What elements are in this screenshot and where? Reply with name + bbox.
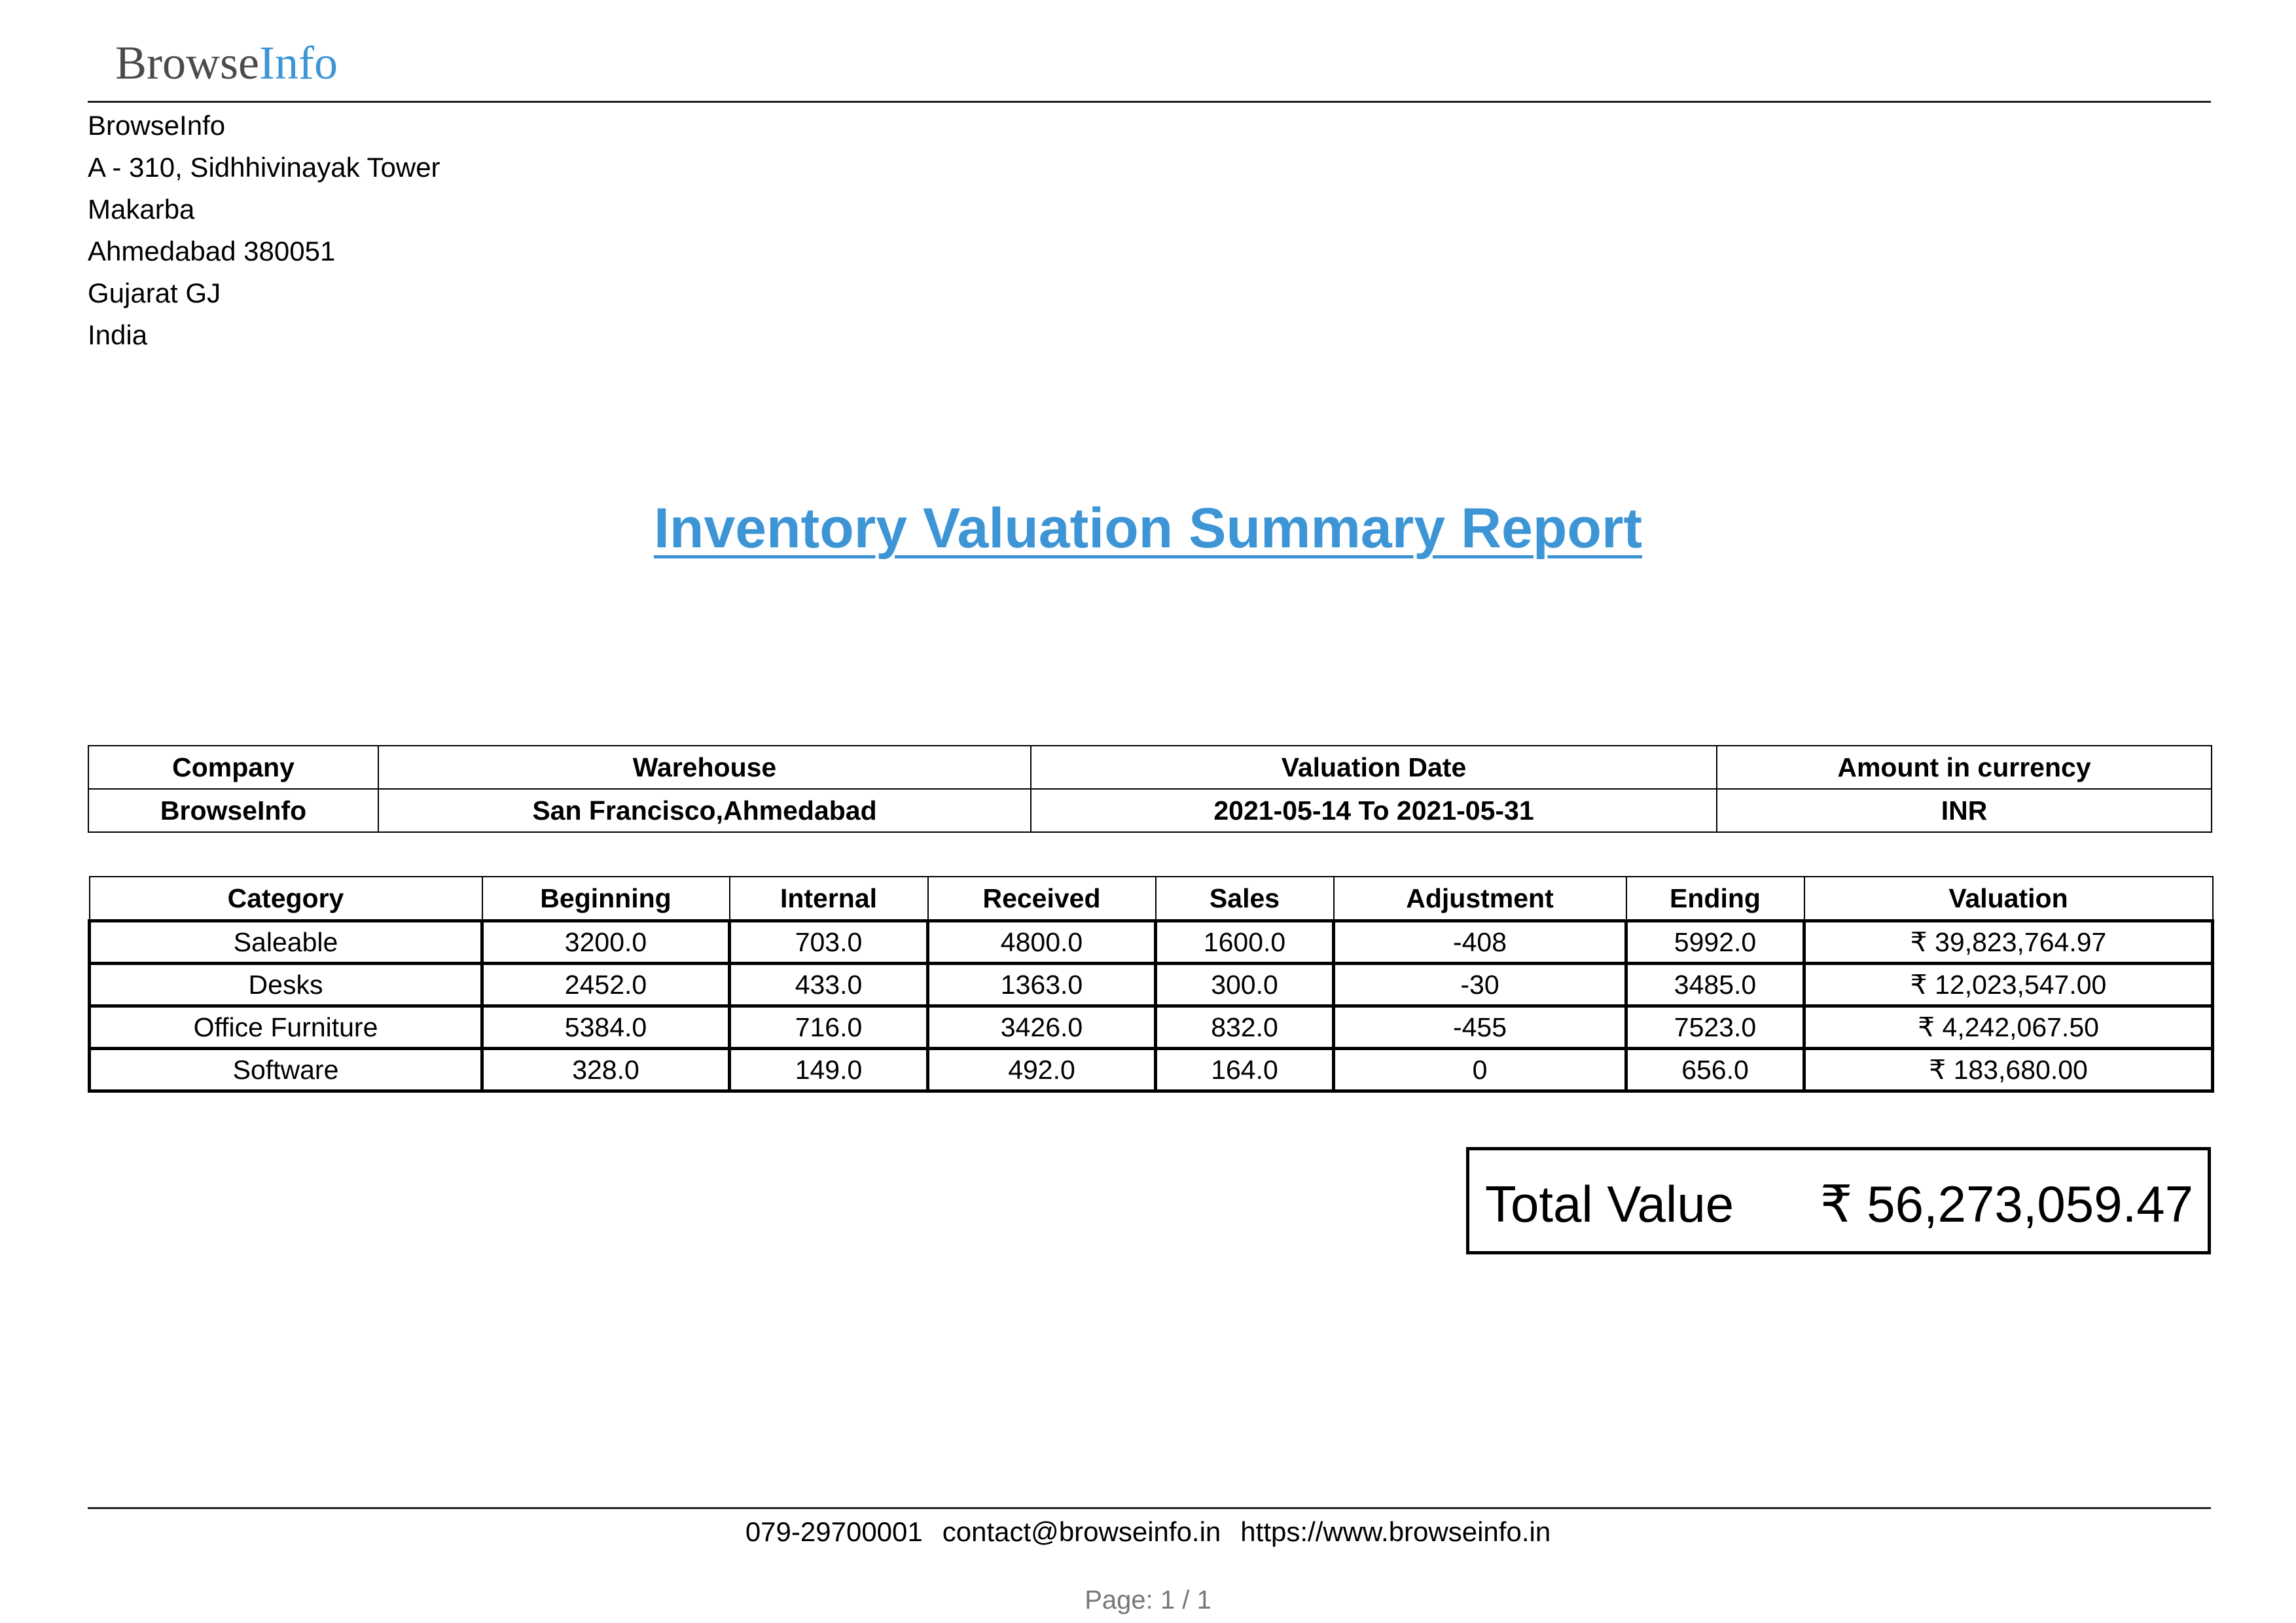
column-header-received: Received	[927, 876, 1157, 922]
table-row: Software 328.0 149.0 492.0 164.0 0 656.0…	[88, 1047, 2214, 1093]
address-line: A - 310, Sidhhivinayak Tower	[88, 152, 440, 183]
info-warehouse-value: San Francisco,Ahmedabad	[378, 788, 1031, 833]
cell-sales: 164.0	[1154, 1047, 1335, 1093]
cell-received: 492.0	[926, 1047, 1157, 1093]
page-number: Page: 1 / 1	[1085, 1586, 1211, 1614]
cell-ending: 7523.0	[1624, 1004, 1806, 1050]
cell-beginning: 328.0	[480, 1047, 731, 1093]
cell-received: 3426.0	[926, 1004, 1157, 1050]
column-header-adjustment: Adjustment	[1333, 876, 1627, 922]
footer-divider	[88, 1507, 2211, 1509]
cell-sales: 1600.0	[1154, 919, 1335, 965]
total-value-amount: ₹ 56,273,059.47	[1820, 1175, 2193, 1233]
info-header-valuation-date: Valuation Date	[1030, 745, 1717, 790]
column-header-ending: Ending	[1625, 876, 1805, 922]
cell-beginning: 5384.0	[480, 1004, 731, 1050]
footer-contact: 079-29700001 contact@browseinfo.in https:/…	[0, 1512, 2296, 1552]
cell-sales: 832.0	[1154, 1004, 1335, 1050]
info-header-warehouse: Warehouse	[378, 745, 1031, 790]
table-row: Office Furniture 5384.0 716.0 3426.0 832…	[88, 1004, 2214, 1050]
info-header-row: Company Warehouse Valuation Date Amount …	[88, 745, 2212, 790]
table-row: Desks 2452.0 433.0 1363.0 300.0 -30 3485…	[88, 962, 2214, 1008]
address-line: Gujarat GJ	[88, 278, 221, 308]
column-header-beginning: Beginning	[481, 876, 730, 922]
header-divider	[88, 101, 2211, 103]
cell-adjustment: -30	[1332, 962, 1628, 1008]
total-value-label: Total Value	[1485, 1175, 1734, 1233]
info-header-company: Company	[88, 745, 379, 790]
cell-ending: 3485.0	[1624, 962, 1806, 1008]
report-title: Inventory Valuation Summary Report	[653, 497, 1643, 560]
category-valuation-table: Category Beginning Internal Received Sal…	[88, 876, 2214, 1093]
cell-adjustment: -455	[1332, 1004, 1628, 1050]
column-header-internal: Internal	[728, 876, 929, 922]
address-line: India	[88, 319, 148, 350]
logo-text-browse: Browse	[115, 37, 259, 89]
cell-sales: 300.0	[1154, 962, 1335, 1008]
info-valuation-date-value: 2021-05-14 To 2021-05-31	[1030, 788, 1717, 833]
total-value-box: Total Value ₹ 56,273,059.47	[1466, 1147, 2211, 1254]
info-company-value: BrowseInfo	[88, 788, 379, 833]
table-header-row: Category Beginning Internal Received Sal…	[88, 876, 2214, 922]
cell-ending: 656.0	[1624, 1047, 1806, 1093]
cell-beginning: 3200.0	[480, 919, 731, 965]
cell-valuation: ₹ 39,823,764.97	[1803, 919, 2214, 965]
address-line: Makarba	[88, 194, 195, 225]
report-info-table: Company Warehouse Valuation Date Amount …	[88, 745, 2212, 833]
cell-beginning: 2452.0	[480, 962, 731, 1008]
cell-category: Software	[88, 1047, 484, 1093]
info-header-currency: Amount in currency	[1716, 745, 2212, 790]
info-currency-value: INR	[1716, 788, 2212, 833]
info-value-row: BrowseInfo San Francisco,Ahmedabad 2021-…	[88, 788, 2212, 833]
cell-internal: 716.0	[728, 1004, 929, 1050]
footer-website[interactable]: https://www.browseinfo.in	[1240, 1516, 1551, 1547]
footer-phone: 079-29700001	[745, 1516, 923, 1547]
company-logo: BrowseInfo	[115, 31, 338, 94]
cell-category: Saleable	[88, 919, 484, 965]
cell-category: Desks	[88, 962, 484, 1008]
cell-internal: 149.0	[728, 1047, 929, 1093]
cell-received: 4800.0	[926, 919, 1157, 965]
cell-adjustment: 0	[1332, 1047, 1628, 1093]
logo-text-info: Info	[259, 37, 338, 89]
cell-ending: 5992.0	[1624, 919, 1806, 965]
column-header-valuation: Valuation	[1803, 876, 2214, 922]
cell-category: Office Furniture	[88, 1004, 484, 1050]
cell-received: 1363.0	[926, 962, 1157, 1008]
footer-email[interactable]: contact@browseinfo.in	[942, 1516, 1221, 1547]
column-header-category: Category	[88, 876, 483, 922]
address-line: BrowseInfo	[88, 110, 226, 141]
column-header-sales: Sales	[1155, 876, 1335, 922]
address-line: Ahmedabad 380051	[88, 236, 336, 266]
cell-adjustment: -408	[1332, 919, 1628, 965]
cell-internal: 433.0	[728, 962, 929, 1008]
cell-valuation: ₹ 12,023,547.00	[1803, 962, 2214, 1008]
cell-valuation: ₹ 183,680.00	[1803, 1047, 2214, 1093]
table-row: Saleable 3200.0 703.0 4800.0 1600.0 -408…	[88, 919, 2214, 965]
cell-internal: 703.0	[728, 919, 929, 965]
cell-valuation: ₹ 4,242,067.50	[1803, 1004, 2214, 1050]
company-address: BrowseInfo A - 310, Sidhhivinayak Tower …	[88, 105, 440, 356]
